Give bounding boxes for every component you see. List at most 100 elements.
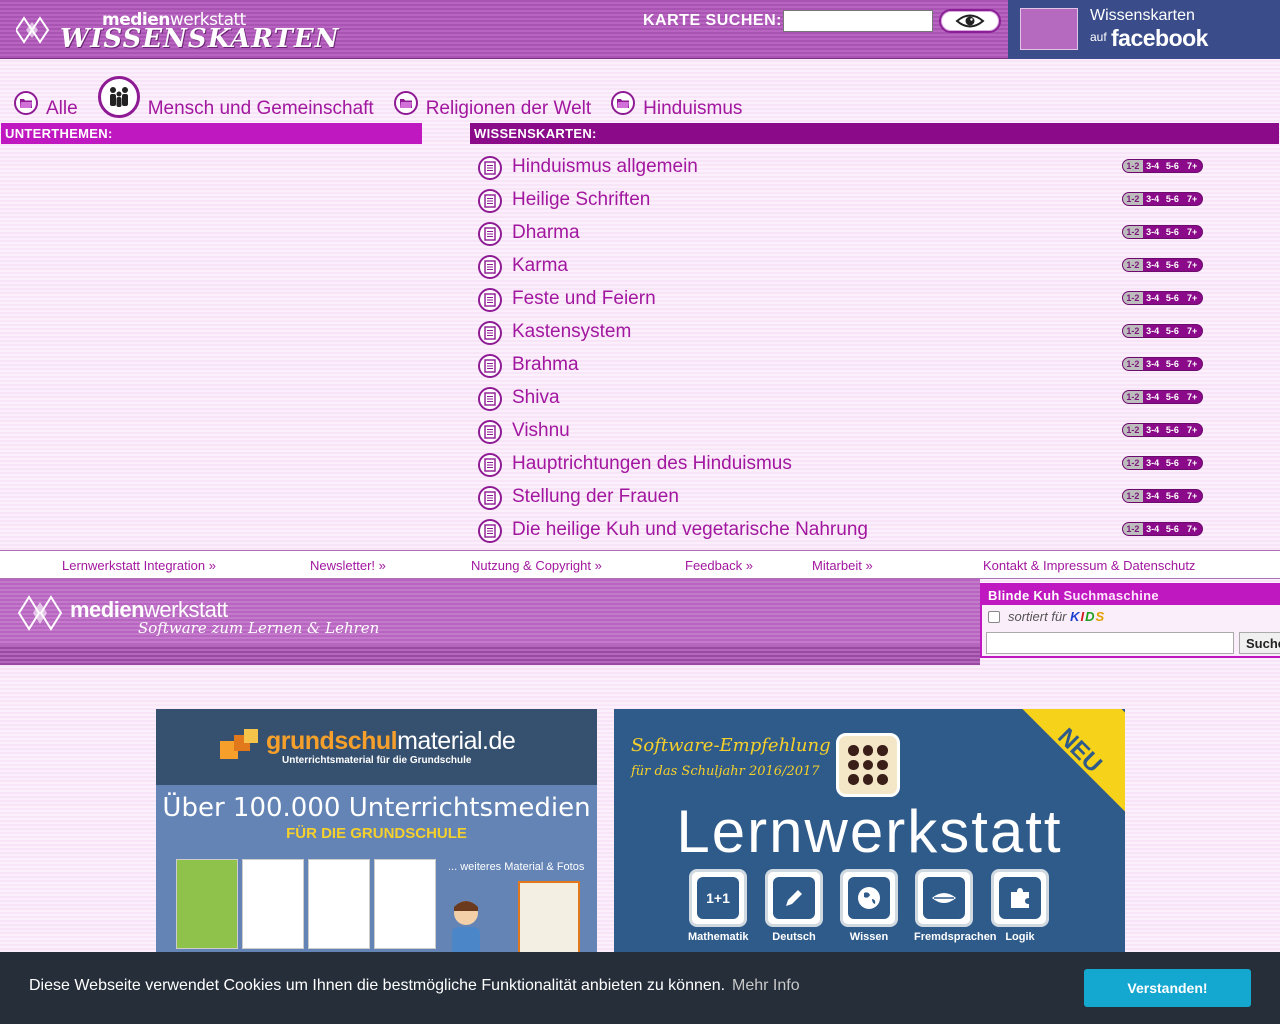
medienwerkstatt-banner[interactable]: medienwerkstatt Software zum Lernen & Le…: [0, 579, 980, 665]
link-lernwerkstatt-integration[interactable]: Lernwerkstatt Integration »: [62, 558, 216, 573]
grade-level[interactable]: 7+: [1182, 523, 1202, 535]
grundschulmaterial-ad[interactable]: grundschulmaterial.de Unterrichtsmateria…: [156, 709, 597, 952]
grade-level[interactable]: 5-6: [1163, 160, 1183, 172]
blinde-kuh-search-button[interactable]: Suchen: [1239, 632, 1280, 654]
lernwerkstatt-ad[interactable]: Software-Empfehlung für das Schuljahr 20…: [614, 709, 1125, 952]
grade-levels-badge[interactable]: 1-2 3-4 5-6 7+: [1122, 522, 1203, 536]
grade-level[interactable]: 1-2: [1123, 523, 1143, 535]
card-item[interactable]: Feste und Feiern 1-2 3-4 5-6 7+: [478, 282, 1208, 315]
grade-levels-badge[interactable]: 1-2 3-4 5-6 7+: [1122, 324, 1203, 338]
wissenskarten-logo[interactable]: medienwerkstatt WISSENSKARTEN: [16, 6, 339, 54]
card-item[interactable]: Hinduismus allgemein 1-2 3-4 5-6 7+: [478, 150, 1208, 183]
card-item[interactable]: Kastensystem 1-2 3-4 5-6 7+: [478, 315, 1208, 348]
grade-level[interactable]: 1-2: [1123, 391, 1143, 403]
grade-level[interactable]: 5-6: [1163, 193, 1183, 205]
grade-levels-badge[interactable]: 1-2 3-4 5-6 7+: [1122, 423, 1203, 437]
grade-level[interactable]: 5-6: [1163, 358, 1183, 370]
diamond-logo-icon: [16, 16, 50, 44]
grade-level[interactable]: 3-4: [1143, 292, 1163, 304]
grade-levels-badge[interactable]: 1-2 3-4 5-6 7+: [1122, 489, 1203, 503]
grade-levels-badge[interactable]: 1-2 3-4 5-6 7+: [1122, 357, 1203, 371]
grade-level[interactable]: 3-4: [1143, 490, 1163, 502]
teacher-illustration-icon: [452, 901, 480, 952]
grade-level[interactable]: 3-4: [1143, 358, 1163, 370]
cookie-accept-button[interactable]: Verstanden!: [1084, 969, 1251, 1007]
grade-level[interactable]: 3-4: [1143, 325, 1163, 337]
card-item[interactable]: Shiva 1-2 3-4 5-6 7+: [478, 381, 1208, 414]
eye-icon: [955, 14, 985, 28]
grade-levels-badge[interactable]: 1-2 3-4 5-6 7+: [1122, 225, 1203, 239]
card-label: Vishnu: [512, 419, 570, 441]
grade-level[interactable]: 3-4: [1143, 457, 1163, 469]
grade-levels-badge[interactable]: 1-2 3-4 5-6 7+: [1122, 456, 1203, 470]
grade-level[interactable]: 3-4: [1143, 160, 1163, 172]
card-item[interactable]: Die heilige Kuh und vegetarische Nahrung…: [478, 513, 1208, 546]
card-search-input[interactable]: [783, 10, 933, 32]
grade-level[interactable]: 1-2: [1123, 358, 1143, 370]
breadcrumb-item-mensch-und-gemeinschaft[interactable]: Mensch und Gemeinschaft: [97, 76, 374, 120]
grade-levels-badge[interactable]: 1-2 3-4 5-6 7+: [1122, 390, 1203, 404]
kids-sort-checkbox[interactable]: [988, 610, 1000, 623]
grade-levels-badge[interactable]: 1-2 3-4 5-6 7+: [1122, 192, 1203, 206]
grade-level[interactable]: 5-6: [1163, 292, 1183, 304]
card-item[interactable]: Hauptrichtungen des Hinduismus 1-2 3-4 5-6 7…: [478, 447, 1208, 480]
grade-level[interactable]: 5-6: [1163, 490, 1183, 502]
card-item[interactable]: Karma 1-2 3-4 5-6 7+: [478, 249, 1208, 282]
link-newsletter[interactable]: Newsletter! »: [310, 558, 386, 573]
grade-level[interactable]: 5-6: [1163, 226, 1183, 238]
grade-level[interactable]: 5-6: [1163, 259, 1183, 271]
card-item[interactable]: Stellung der Frauen 1-2 3-4 5-6 7+: [478, 480, 1208, 513]
grade-level[interactable]: 1-2: [1123, 193, 1143, 205]
grade-level[interactable]: 1-2: [1123, 490, 1143, 502]
grade-level[interactable]: 7+: [1182, 259, 1202, 271]
card-item[interactable]: Heilige Schriften 1-2 3-4 5-6 7+: [478, 183, 1208, 216]
grade-level[interactable]: 3-4: [1143, 226, 1163, 238]
grade-level[interactable]: 3-4: [1143, 391, 1163, 403]
link-feedback[interactable]: Feedback »: [685, 558, 753, 573]
grade-level[interactable]: 3-4: [1143, 523, 1163, 535]
link-nutzung-copyright[interactable]: Nutzung & Copyright »: [471, 558, 602, 573]
link-mitarbeit[interactable]: Mitarbeit »: [812, 558, 873, 573]
grade-level[interactable]: 1-2: [1123, 457, 1143, 469]
grade-level[interactable]: 1-2: [1123, 325, 1143, 337]
cookie-more-info-link[interactable]: Mehr Info: [732, 977, 800, 995]
grade-level[interactable]: 3-4: [1143, 424, 1163, 436]
grade-level[interactable]: 1-2: [1123, 160, 1143, 172]
breadcrumb-item-hinduismus[interactable]: Hinduismus: [611, 91, 742, 120]
grade-level[interactable]: 3-4: [1143, 193, 1163, 205]
grade-level[interactable]: 7+: [1182, 292, 1202, 304]
grade-level[interactable]: 1-2: [1123, 424, 1143, 436]
breadcrumb-item-alle[interactable]: Alle: [14, 91, 78, 120]
grade-level[interactable]: 7+: [1182, 160, 1202, 172]
grade-level[interactable]: 7+: [1182, 490, 1202, 502]
grade-level[interactable]: 3-4: [1143, 259, 1163, 271]
grade-level[interactable]: 5-6: [1163, 457, 1183, 469]
grade-level[interactable]: 1-2: [1123, 292, 1143, 304]
grade-level[interactable]: 7+: [1182, 457, 1202, 469]
search-button[interactable]: [939, 9, 1001, 33]
grade-level[interactable]: 7+: [1182, 193, 1202, 205]
grade-level[interactable]: 5-6: [1163, 424, 1183, 436]
card-item[interactable]: Vishnu 1-2 3-4 5-6 7+: [478, 414, 1208, 447]
breadcrumb-item-religionen-der-welt[interactable]: Religionen der Welt: [393, 91, 591, 120]
grade-level[interactable]: 1-2: [1123, 259, 1143, 271]
grade-level[interactable]: 7+: [1182, 424, 1202, 436]
card-item[interactable]: Brahma 1-2 3-4 5-6 7+: [478, 348, 1208, 381]
grade-level[interactable]: 5-6: [1163, 523, 1183, 535]
blinde-kuh-search-input[interactable]: [986, 632, 1234, 654]
grade-levels-badge[interactable]: 1-2 3-4 5-6 7+: [1122, 258, 1203, 272]
grade-level[interactable]: 7+: [1182, 391, 1202, 403]
kids-sort-option[interactable]: sortiert für KIDS: [982, 605, 1280, 628]
grade-levels-badge[interactable]: 1-2 3-4 5-6 7+: [1122, 291, 1203, 305]
grade-level[interactable]: 7+: [1182, 325, 1202, 337]
grade-level[interactable]: 7+: [1182, 226, 1202, 238]
grade-level[interactable]: 5-6: [1163, 325, 1183, 337]
grade-level[interactable]: 5-6: [1163, 391, 1183, 403]
grade-levels-badge[interactable]: 1-2 3-4 5-6 7+: [1122, 159, 1203, 173]
card-item[interactable]: Dharma 1-2 3-4 5-6 7+: [478, 216, 1208, 249]
facebook-banner[interactable]: Wissenskarten auf facebook: [1008, 0, 1280, 59]
link-kontakt-impressum[interactable]: Kontakt & Impressum & Datenschutz: [983, 558, 1195, 573]
grade-level[interactable]: 1-2: [1123, 226, 1143, 238]
grade-level[interactable]: 7+: [1182, 358, 1202, 370]
cookie-banner: Diese Webseite verwendet Cookies um Ihne…: [0, 952, 1280, 1024]
